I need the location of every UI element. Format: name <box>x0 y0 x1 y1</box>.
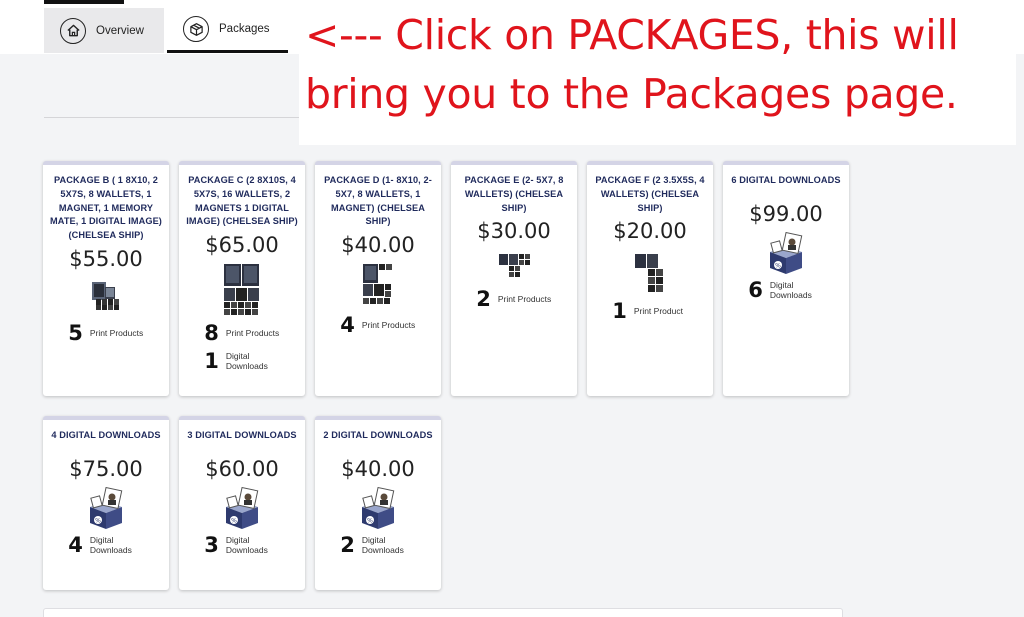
package-card-4-digital[interactable]: 4 DIGITAL DOWNLOADS $75.00 % 4 Digital D… <box>43 416 169 590</box>
package-card-c[interactable]: PACKAGE C (2 8X10S, 4 5X7S, 16 WALLETS, … <box>179 161 305 396</box>
tab-packages[interactable]: Packages <box>167 8 288 53</box>
svg-text:%: % <box>367 517 373 524</box>
active-indicator <box>44 0 124 4</box>
count-number: 1 <box>204 349 219 374</box>
count-number: 5 <box>68 320 83 345</box>
tab-overview[interactable]: Overview <box>44 8 164 53</box>
package-price: $99.00 <box>749 201 823 226</box>
package-price: $60.00 <box>205 456 279 481</box>
package-card-b[interactable]: PACKAGE B ( 1 8X10, 2 5X7S, 8 WALLETS, 1… <box>43 161 169 396</box>
package-title: PACKAGE C (2 8X10S, 4 5X7S, 16 WALLETS, … <box>186 175 298 227</box>
svg-text:%: % <box>231 517 237 524</box>
digital-download-box: % <box>356 486 400 531</box>
package-title: 3 DIGITAL DOWNLOADS <box>187 430 297 440</box>
package-price: $55.00 <box>69 246 143 271</box>
count-row: 3 Digital Downloads <box>179 533 305 557</box>
count-number: 1 <box>612 299 627 324</box>
count-number: 6 <box>748 277 763 302</box>
tab-overview-label: Overview <box>96 24 144 37</box>
count-row: 2 Digital Downloads <box>315 533 441 557</box>
count-number: 8 <box>204 321 219 346</box>
instruction-annotation: <--- Click on PACKAGES, this will bring … <box>299 0 1016 145</box>
count-label: Digital Downloads <box>225 534 268 555</box>
count-row: 5 Print Products <box>43 321 169 345</box>
home-icon <box>60 17 86 44</box>
print-products-thumbnail <box>91 281 121 311</box>
package-title: PACKAGE D (1- 8X10, 2- 5X7, 8 WALLETS, 1… <box>324 175 432 227</box>
package-price: $65.00 <box>205 233 279 258</box>
count-label: Print Products <box>497 294 552 305</box>
count-label: Digital Downloads <box>769 279 812 300</box>
count-row: 8 Print Products <box>179 321 305 345</box>
tab-packages-label: Packages <box>219 23 270 35</box>
count-label: Print Product <box>633 306 683 317</box>
package-title: 6 DIGITAL DOWNLOADS <box>731 175 841 185</box>
svg-text:%: % <box>95 517 101 524</box>
svg-text:%: % <box>775 262 781 269</box>
count-label: Digital Downloads <box>89 534 132 555</box>
package-price: $40.00 <box>341 233 415 258</box>
package-price: $75.00 <box>69 456 143 481</box>
package-price: $30.00 <box>477 219 551 244</box>
package-price: $20.00 <box>613 219 687 244</box>
count-label: Digital Downloads <box>361 534 404 555</box>
package-card-d[interactable]: PACKAGE D (1- 8X10, 2- 5X7, 8 WALLETS, 1… <box>315 161 441 396</box>
count-label: Digital Downloads <box>225 351 268 372</box>
package-title: PACKAGE E (2- 5X7, 8 WALLETS) (CHELSEA S… <box>464 175 564 213</box>
header-divider <box>44 117 300 118</box>
digital-download-box: % <box>220 486 264 531</box>
count-row: 4 Digital Downloads <box>43 533 169 557</box>
package-title: 2 DIGITAL DOWNLOADS <box>323 430 433 440</box>
package-card-3-digital[interactable]: 3 DIGITAL DOWNLOADS $60.00 % 3 Digital D… <box>179 416 305 590</box>
package-card-f[interactable]: PACKAGE F (2 3.5X5S, 4 WALLETS) (CHELSEA… <box>587 161 713 396</box>
count-number: 2 <box>476 287 491 312</box>
count-number: 3 <box>204 532 219 557</box>
count-label: Print Products <box>225 328 280 339</box>
print-products-thumbnail <box>362 263 394 307</box>
annotation-line-1: <--- Click on PACKAGES, this will <box>305 11 959 59</box>
digital-download-box: % <box>84 486 128 531</box>
count-row: 2 Print Products <box>451 287 577 311</box>
package-card-6-digital[interactable]: 6 DIGITAL DOWNLOADS $99.00 % 6 Digital D… <box>723 161 849 396</box>
digital-download-box: % <box>764 231 808 276</box>
count-row: 6 Digital Downloads <box>723 278 849 302</box>
count-label: Print Products <box>361 320 416 331</box>
bottom-panel <box>43 608 843 617</box>
count-number: 2 <box>340 532 355 557</box>
count-number: 4 <box>340 313 355 338</box>
count-row: 1 Print Product <box>587 299 713 323</box>
annotation-line-2: bring you to the Packages page. <box>305 70 958 118</box>
count-number: 4 <box>68 532 83 557</box>
count-label: Print Products <box>89 327 144 338</box>
print-products-thumbnail <box>634 253 666 293</box>
package-price: $40.00 <box>341 456 415 481</box>
package-card-e[interactable]: PACKAGE E (2- 5X7, 8 WALLETS) (CHELSEA S… <box>451 161 577 396</box>
box-icon <box>183 16 209 42</box>
print-products-thumbnail <box>223 263 261 316</box>
count-row: 1 Digital Downloads <box>179 349 305 373</box>
package-title: PACKAGE F (2 3.5X5S, 4 WALLETS) (CHELSEA… <box>595 175 705 213</box>
count-row: 4 Print Products <box>315 313 441 337</box>
print-products-thumbnail <box>498 253 530 278</box>
package-title: 4 DIGITAL DOWNLOADS <box>51 430 161 440</box>
package-card-2-digital[interactable]: 2 DIGITAL DOWNLOADS $40.00 % 2 Digital D… <box>315 416 441 590</box>
package-title: PACKAGE B ( 1 8X10, 2 5X7S, 8 WALLETS, 1… <box>50 175 162 241</box>
